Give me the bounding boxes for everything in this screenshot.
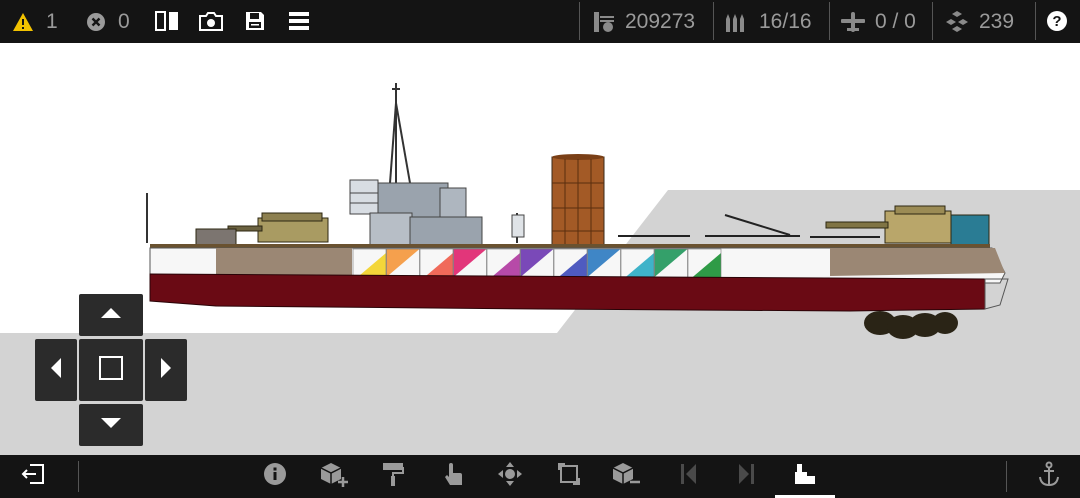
aircraft-indicator: 0 / 0 [840, 0, 916, 43]
camera-left-button[interactable] [35, 339, 77, 401]
arrow-down-icon [100, 416, 122, 434]
info-icon [263, 462, 287, 491]
parts-value: 239 [979, 9, 1015, 33]
warning-icon [12, 12, 34, 32]
deck [150, 244, 990, 248]
svg-text:?: ? [1052, 13, 1061, 30]
warnings-count: 1 [46, 9, 58, 33]
bottom-toolbar [0, 455, 1080, 498]
stats-icon [793, 462, 817, 491]
aft-gun-turret [195, 212, 329, 246]
divider [579, 2, 580, 40]
cost-value: 209273 [625, 9, 696, 33]
select-button[interactable] [438, 455, 468, 498]
previous-button[interactable] [674, 455, 704, 498]
divider [713, 2, 714, 40]
warnings-indicator[interactable]: 1 [12, 0, 58, 43]
paint-button[interactable] [378, 455, 408, 498]
divider [1035, 2, 1036, 40]
parts-indicator: 239 [944, 0, 1014, 43]
ship-viewport[interactable] [0, 43, 1080, 455]
paint-roller-icon [381, 461, 405, 492]
move-button[interactable] [495, 455, 525, 498]
info-button[interactable] [260, 455, 290, 498]
arrow-left-icon [50, 357, 62, 384]
parts-icon [944, 10, 970, 34]
anchor-button[interactable] [1034, 455, 1064, 498]
camera-down-button[interactable] [79, 404, 143, 446]
square-icon [98, 355, 124, 386]
remove-part-button[interactable] [610, 455, 642, 498]
exit-icon [20, 462, 46, 491]
anchor-icon [1037, 461, 1061, 492]
touch-icon [442, 461, 464, 492]
camera-reset-button[interactable] [79, 339, 143, 401]
ammo-icon [724, 10, 748, 34]
previous-icon [679, 463, 699, 490]
rangefinder [511, 214, 525, 238]
error-icon [86, 12, 106, 32]
cost-icon [592, 10, 616, 34]
next-button[interactable] [731, 455, 761, 498]
arrow-up-icon [100, 306, 122, 324]
camera-up-button[interactable] [79, 294, 143, 336]
ammo-indicator: 16/16 [724, 0, 812, 43]
divider [78, 461, 79, 492]
move-icon [497, 461, 523, 492]
bridge [349, 179, 483, 247]
add-part-icon [319, 461, 349, 492]
funnel [551, 154, 605, 246]
cost-indicator: 209273 [592, 0, 695, 43]
divider [829, 2, 830, 40]
save-icon[interactable] [243, 9, 267, 33]
ammo-value: 16/16 [759, 9, 812, 33]
top-toolbar: 1 0 209273 16/16 0 / 0 239 ? [0, 0, 1080, 43]
next-icon [736, 463, 756, 490]
camera-icon[interactable] [198, 9, 224, 33]
lower-hull [149, 273, 986, 312]
aircraft-icon [840, 10, 866, 34]
resize-button[interactable] [554, 455, 584, 498]
menu-icon[interactable] [287, 9, 311, 33]
hull-panel-bow [830, 248, 1005, 276]
arrow-right-icon [160, 357, 172, 384]
resize-icon [557, 462, 581, 491]
divider [932, 2, 933, 40]
exit-button[interactable] [18, 455, 48, 498]
stats-button[interactable] [775, 455, 835, 498]
help-icon[interactable]: ? [1046, 10, 1068, 32]
camera-right-button[interactable] [145, 339, 187, 401]
errors-count: 0 [118, 9, 130, 33]
add-part-button[interactable] [318, 455, 350, 498]
remove-part-icon [611, 461, 641, 492]
aircraft-value: 0 / 0 [875, 9, 916, 33]
mirror-icon[interactable] [154, 9, 180, 33]
divider [1006, 461, 1007, 492]
errors-indicator[interactable]: 0 [86, 0, 130, 43]
